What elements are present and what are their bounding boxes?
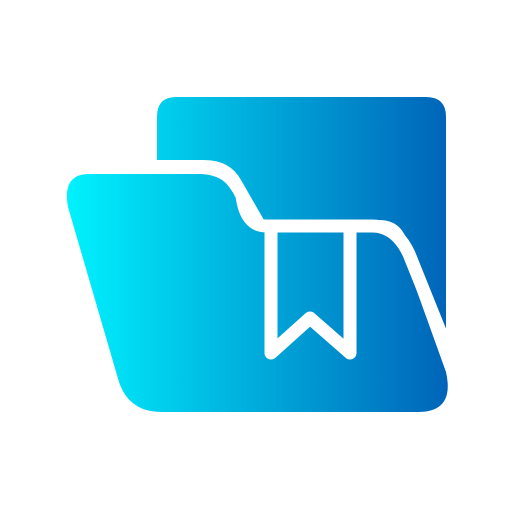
icon-canvas	[0, 0, 512, 512]
bookmark-folder-icon	[66, 97, 453, 412]
